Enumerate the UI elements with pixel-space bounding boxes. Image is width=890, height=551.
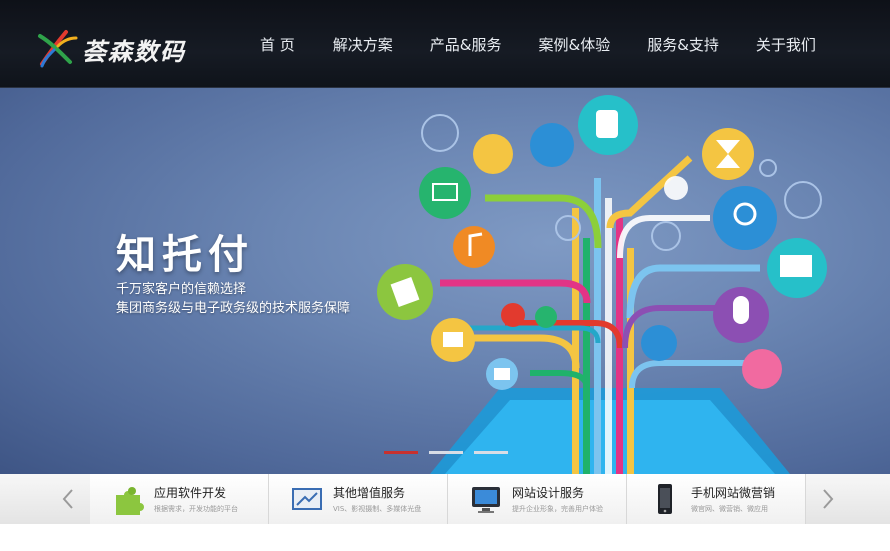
service-card-app-dev[interactable]: 应用软件开发 根据需求，开发功能的平台 [90,474,269,524]
nav-item-cases[interactable]: 案例&体验 [539,34,611,55]
hero-subtitle-2: 集团商务级与电子政务级的技术服务保障 [116,301,351,316]
slide-indicators [384,451,519,454]
slide-dot-3[interactable] [474,451,508,454]
nav-item-solutions[interactable]: 解决方案 [333,34,393,55]
site-header: 荟森数码 首 页 解决方案 产品&服务 案例&体验 服务&支持 关于我们 [0,0,890,88]
logo-icon [38,30,78,68]
nav-item-products[interactable]: 产品&服务 [430,34,502,55]
phone-icon [658,484,672,514]
puzzle-icon [116,487,144,515]
service-cards: 应用软件开发 根据需求，开发功能的平台 其他增值服务 VIS、影视摄制、多媒体光… [90,474,808,524]
service-card-mobile-marketing[interactable]: 手机网站微营销 微官网、微营销、微应用 [627,474,806,524]
service-subtitle: 提升企业形象，完善用户体验 [512,505,603,513]
hero-banner[interactable]: 知托付 千万家客户的信赖选择 集团商务级与电子政务级的技术服务保障 [0,88,890,474]
service-subtitle: 根据需求，开发功能的平台 [154,505,238,513]
nav-item-support[interactable]: 服务&支持 [647,34,719,55]
service-card-value-added[interactable]: 其他增值服务 VIS、影视摄制、多媒体光盘 [269,474,448,524]
service-title: 网站设计服务 [512,486,585,500]
nav-item-about[interactable]: 关于我们 [756,34,816,55]
service-card-web-design[interactable]: 网站设计服务 提升企业形象，完善用户体验 [448,474,627,524]
chevron-right-icon [823,489,834,509]
service-subtitle: VIS、影视摄制、多媒体光盘 [333,505,422,513]
carousel-prev-button[interactable] [48,474,88,524]
service-subtitle: 微官网、微营销、微应用 [691,505,768,513]
chevron-left-icon [62,489,73,509]
nav-item-home[interactable]: 首 页 [260,34,295,55]
services-carousel: 应用软件开发 根据需求，开发功能的平台 其他增值服务 VIS、影视摄制、多媒体光… [0,474,890,524]
slide-dot-2[interactable] [429,451,463,454]
monitor-icon [472,487,500,513]
main-nav: 首 页 解决方案 产品&服务 案例&体验 服务&支持 关于我们 [240,0,853,88]
hero-title: 知托付 [116,232,254,278]
service-title: 其他增值服务 [333,486,406,500]
slide-dot-1[interactable] [384,451,418,454]
logo[interactable]: 荟森数码 [36,26,201,70]
presentation-icon [292,488,322,510]
brand-name: 荟森数码 [82,37,186,66]
carousel-next-button[interactable] [808,474,848,524]
hero-subtitle-1: 千万家客户的信赖选择 [116,282,247,297]
service-title: 应用软件开发 [154,486,227,500]
service-title: 手机网站微营销 [691,486,776,500]
